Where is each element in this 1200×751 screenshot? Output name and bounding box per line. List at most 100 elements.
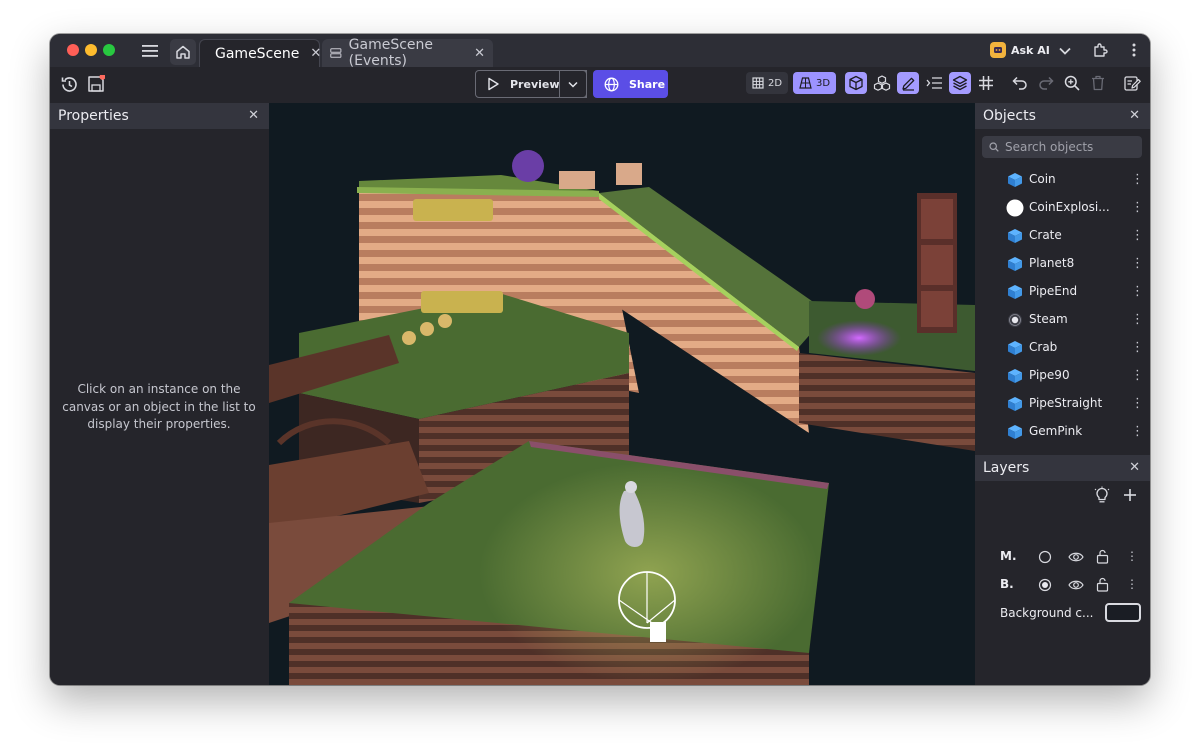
more-vertical-icon[interactable]: ⋮ [1131, 312, 1144, 327]
more-vertical-icon[interactable]: ⋮ [1131, 228, 1144, 243]
unlock-icon[interactable] [1096, 549, 1109, 564]
object-name: Crate [1029, 228, 1062, 242]
more-vertical-icon[interactable] [1126, 41, 1142, 59]
more-vertical-icon[interactable]: ⋮ [1131, 424, 1144, 439]
radio-icon[interactable] [1038, 550, 1052, 564]
object-name: Planet8 [1029, 256, 1075, 270]
object-item-crab[interactable]: Crab ⋮ [975, 334, 1149, 362]
search-icon [989, 142, 999, 152]
model3d-icon [1008, 257, 1022, 271]
more-vertical-icon[interactable]: ⋮ [1126, 549, 1138, 563]
ask-ai-button[interactable]: Ask AI [1011, 42, 1050, 58]
menu-icon[interactable] [141, 42, 159, 60]
properties-header: Properties ✕ [50, 103, 269, 129]
cubes-icon[interactable] [871, 72, 893, 94]
close-icon[interactable]: ✕ [248, 108, 259, 123]
close-icon[interactable]: ✕ [1129, 108, 1140, 123]
scene-viewport[interactable] [269, 103, 975, 685]
view-2d-button[interactable]: 2D [746, 72, 789, 94]
tab-gamescene-events[interactable]: GameScene (Events) ✕ [322, 37, 493, 69]
object-item-planet8[interactable]: Planet8 ⋮ [975, 250, 1149, 278]
model3d-icon [1008, 341, 1022, 355]
object-name: Pipe90 [1029, 368, 1070, 382]
share-button[interactable]: Share [593, 70, 668, 98]
particle-icon [1008, 313, 1022, 327]
background-color-swatch[interactable] [1105, 603, 1141, 622]
model3d-icon [1008, 425, 1022, 439]
object-name: Steam [1029, 312, 1068, 326]
search-placeholder: Search objects [1005, 140, 1094, 154]
app-window: GameScene ✕ GameScene (Events) ✕ Ask AI [50, 34, 1150, 685]
white-circle-icon [1006, 199, 1024, 217]
object-item-coin[interactable]: Coin ⋮ [975, 166, 1149, 194]
object-item-pipe90[interactable]: Pipe90 ⋮ [975, 362, 1149, 390]
model3d-icon [1008, 229, 1022, 243]
object-item-pipestraight[interactable]: PipeStraight ⋮ [975, 390, 1149, 418]
layers-icon[interactable] [949, 72, 971, 94]
object-item-coinexplosion[interactable]: CoinExplosi... ⋮ [975, 194, 1149, 222]
trash-icon[interactable] [1087, 72, 1109, 94]
edit-properties-icon[interactable] [1121, 72, 1143, 94]
more-vertical-icon[interactable]: ⋮ [1131, 172, 1144, 187]
more-vertical-icon[interactable]: ⋮ [1131, 340, 1144, 355]
toolbar: Preview Share 2D 3D [50, 67, 1150, 103]
background-color-label: Background c... [1000, 606, 1094, 620]
history-icon[interactable] [59, 74, 79, 94]
maximize-window-button[interactable] [103, 44, 115, 56]
search-objects-input[interactable]: Search objects [982, 136, 1142, 158]
play-icon [488, 77, 499, 91]
list-indent-icon[interactable] [923, 72, 945, 94]
view-3d-label: 3D [816, 77, 831, 89]
redo-icon[interactable] [1035, 72, 1057, 94]
object-item-steam[interactable]: Steam ⋮ [975, 306, 1149, 334]
more-vertical-icon[interactable]: ⋮ [1131, 396, 1144, 411]
close-icon[interactable]: ✕ [1129, 460, 1140, 475]
model3d-icon [1008, 285, 1022, 299]
undo-icon[interactable] [1009, 72, 1031, 94]
eye-icon[interactable] [1068, 550, 1084, 564]
objects-title: Objects [983, 108, 1036, 124]
eye-icon[interactable] [1068, 578, 1084, 592]
close-tab-icon[interactable]: ✕ [310, 46, 321, 61]
lightbulb-icon[interactable] [1093, 486, 1111, 504]
chevron-down-icon [568, 81, 578, 88]
more-vertical-icon[interactable]: ⋮ [1126, 577, 1138, 591]
objects-header: Objects ✕ [975, 103, 1150, 129]
layer-row[interactable]: M. ⋮ [975, 543, 1149, 571]
radio-selected-icon[interactable] [1038, 578, 1052, 592]
layer-row[interactable]: B. ⋮ [975, 571, 1149, 599]
scene-canvas[interactable] [269, 103, 975, 685]
minimize-window-button[interactable] [85, 44, 97, 56]
chevron-down-icon[interactable] [1057, 43, 1073, 59]
objects-panel: Objects ✕ Search objects Coin ⋮ CoinExpl… [975, 103, 1150, 455]
perspective-grid-icon [799, 77, 812, 89]
properties-title: Properties [58, 108, 129, 124]
tab-gamescene[interactable]: GameScene ✕ [199, 39, 321, 67]
preview-label: Preview [510, 77, 560, 91]
cube-icon[interactable] [845, 72, 867, 94]
zoom-in-icon[interactable] [1061, 72, 1083, 94]
background-color-row: Background c... [975, 600, 1149, 628]
extension-icon[interactable] [1091, 41, 1109, 59]
view-3d-button[interactable]: 3D [793, 72, 837, 94]
add-layer-icon[interactable] [1121, 486, 1139, 504]
object-name: Coin [1029, 172, 1056, 186]
preview-options-button[interactable] [559, 70, 587, 98]
home-icon[interactable] [170, 39, 196, 65]
close-tab-icon[interactable]: ✕ [474, 46, 485, 61]
globe-icon [604, 77, 619, 91]
model3d-icon [1008, 173, 1022, 187]
object-item-crate[interactable]: Crate ⋮ [975, 222, 1149, 250]
more-vertical-icon[interactable]: ⋮ [1131, 284, 1144, 299]
more-vertical-icon[interactable]: ⋮ [1131, 200, 1144, 215]
more-vertical-icon[interactable]: ⋮ [1131, 256, 1144, 271]
unlock-icon[interactable] [1096, 577, 1109, 592]
object-item-gempink[interactable]: GemPink ⋮ [975, 418, 1149, 446]
object-item-pipeend[interactable]: PipeEnd ⋮ [975, 278, 1149, 306]
edit-icon[interactable] [897, 72, 919, 94]
close-window-button[interactable] [67, 44, 79, 56]
more-vertical-icon[interactable]: ⋮ [1131, 368, 1144, 383]
hash-grid-icon[interactable] [975, 72, 997, 94]
title-bar: GameScene ✕ GameScene (Events) ✕ Ask AI [50, 34, 1150, 69]
save-icon[interactable] [86, 74, 106, 94]
